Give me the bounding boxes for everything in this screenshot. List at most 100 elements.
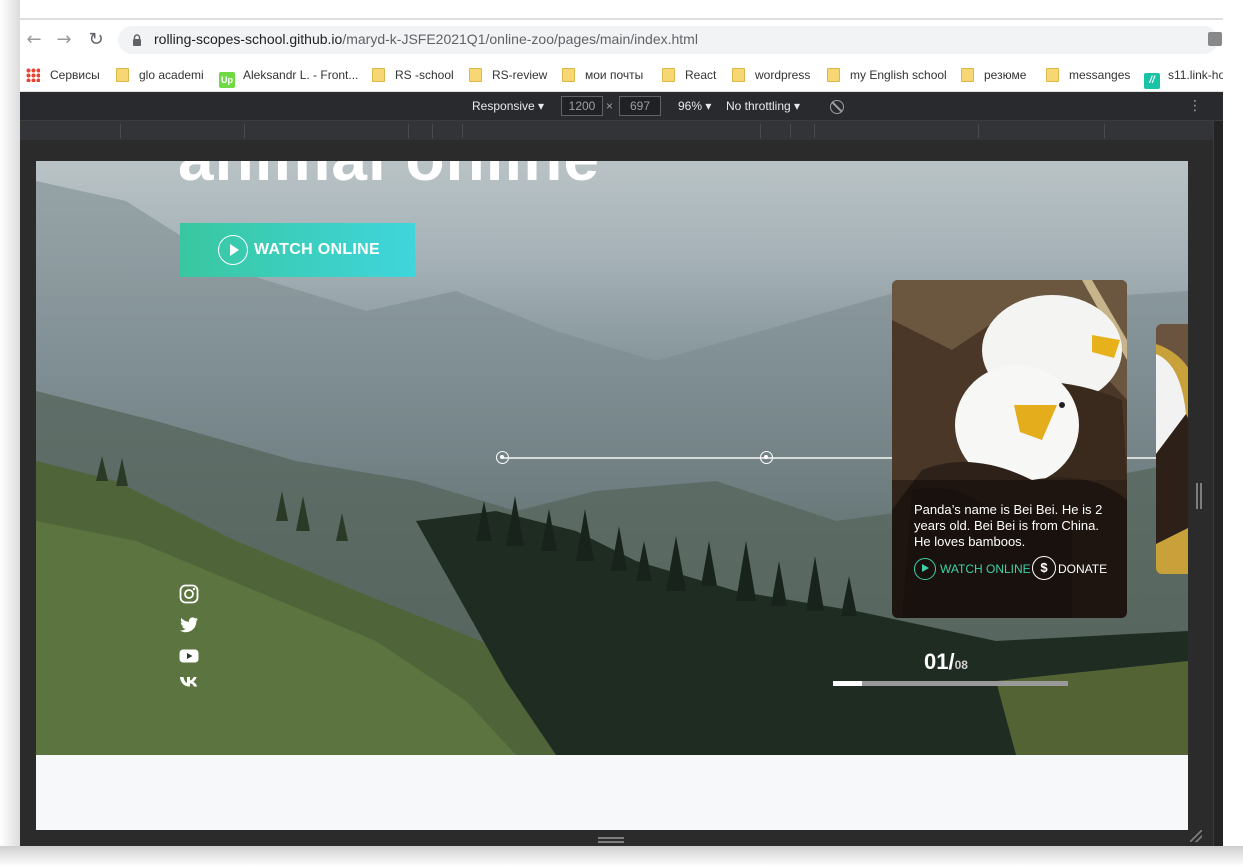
bookmark-folder[interactable]: RS-review [469,67,547,85]
card-watch-online-link[interactable]: WATCH ONLINE [940,562,1031,576]
screenshot-frame: ← → ↻ rolling-scopes-school.github.io/ma… [0,0,1243,866]
bookmark-upwork[interactable]: Up Aleksandr L. - Front... [219,67,359,88]
card-donate-link[interactable]: DONATE [1058,562,1107,576]
apps-grid-icon [26,68,40,82]
card-description: Panda’s name is Bei Bei. He is 2 years o… [914,502,1103,549]
slide-counter: 01/08 [924,649,968,675]
folder-icon [116,68,129,82]
window-shadow-left [0,0,20,866]
ruler-tick [432,124,433,138]
folder-icon [372,68,385,82]
folder-icon [562,68,575,82]
hero-title: animal online [178,161,600,195]
bookmark-services[interactable]: Сервисы [26,67,100,85]
watch-online-button[interactable]: WATCH ONLINE [180,223,415,277]
window-shadow-bottom [0,846,1243,866]
bookmark-label: messanges [1069,68,1131,82]
bookmark-label: Aleksandr L. - Front... [243,68,359,82]
ruler-tick [1104,124,1105,138]
bookmark-link[interactable]: // s11.link-ho [1144,67,1223,89]
device-label: Responsive [472,99,535,113]
more-options-icon[interactable]: ⋮ [1188,98,1202,114]
slide-progress-bar[interactable] [833,681,1068,686]
back-arrow-icon[interactable]: ← [24,30,44,50]
url-path: /maryd-k-JSFE2021Q1/online-zoo/pages/mai… [342,31,698,47]
bookmark-folder[interactable]: React [662,67,716,85]
media-query-bar [20,121,1216,140]
ruler-tick [978,124,979,138]
bookmark-label: wordpress [755,68,811,82]
bookmark-folder[interactable]: wordpress [732,67,810,85]
ruler-tick [120,124,121,138]
bookmark-label: мои почты [585,68,644,82]
zoom-label: 96% [678,99,703,113]
folder-icon [732,68,745,82]
bookmark-folder[interactable]: glo academi [116,67,204,85]
bookmark-folder[interactable]: my English school [827,67,947,85]
folder-icon [827,68,840,82]
bottom-resize-handle[interactable] [598,837,624,843]
browser-window: ← → ↻ rolling-scopes-school.github.io/ma… [20,18,1223,846]
bookmark-label: RS -school [395,68,454,82]
address-bar: ← → ↻ rolling-scopes-school.github.io/ma… [20,18,1223,58]
counter-current: 01/ [924,649,955,674]
instagram-icon[interactable] [179,584,199,604]
right-resize-handle[interactable] [1196,483,1202,509]
devtools-side-panel [1213,121,1223,846]
folder-icon [469,68,482,82]
slider-dot[interactable] [496,451,509,464]
dollar-icon[interactable]: $ [1032,556,1056,580]
watch-online-label: WATCH ONLINE [254,241,380,258]
url-host: rolling-scopes-school.github.io [154,31,343,47]
card-actions: WATCH ONLINE $ DONATE [914,556,1124,582]
width-input[interactable]: 1200 [561,96,603,116]
rotate-icon[interactable] [830,100,844,114]
dimension-separator: × [606,99,614,113]
animal-card[interactable]: Panda’s name is Bei Bei. He is 2 years o… [892,280,1127,618]
eagle-photo-partial [1156,324,1188,574]
upwork-icon: Up [219,72,235,88]
play-icon [218,235,248,265]
ruler-tick [244,124,245,138]
bookmarks-bar: Сервисы glo academi Up Aleksandr L. - Fro… [20,58,1223,92]
twitter-icon[interactable] [179,615,199,635]
bookmark-label: RS-review [492,68,548,82]
bookmark-label: glo academi [139,68,204,82]
youtube-icon[interactable] [179,646,199,666]
link-icon: // [1144,73,1160,89]
ruler-tick [790,124,791,138]
next-animal-card[interactable] [1156,324,1188,574]
omnibox[interactable]: rolling-scopes-school.github.io/maryd-k-… [118,26,1218,54]
height-input[interactable]: 697 [619,96,661,116]
ruler-tick [462,124,463,138]
folder-icon [662,68,675,82]
folder-icon [961,68,974,82]
counter-total: 08 [954,658,968,672]
corner-resize-handle[interactable] [1190,830,1202,842]
bookmark-folder[interactable]: резюме [961,67,1026,85]
bookmark-folder[interactable]: messanges [1046,67,1130,85]
reload-icon[interactable]: ↻ [86,30,106,50]
bookmark-label: my English school [850,68,947,82]
bookmark-label: s11.link-ho [1168,68,1223,82]
forward-arrow-icon[interactable]: → [54,30,74,50]
device-select[interactable]: Responsive ▾ [472,99,544,113]
translate-extension-icon[interactable] [1208,32,1222,46]
slide-progress-fill [833,681,863,686]
throttle-select[interactable]: No throttling ▾ [726,99,800,113]
device-toolbar: Responsive ▾ 1200 × 697 96% ▾ No throttl… [20,93,1223,121]
emulated-viewport: animal online WATCH ONLINE [36,161,1188,830]
folder-icon [1046,68,1059,82]
bookmark-label: Сервисы [50,68,100,82]
vk-icon[interactable] [179,672,199,692]
ruler-tick [760,124,761,138]
zoom-select[interactable]: 96% ▾ [678,99,711,113]
play-icon[interactable] [914,558,936,580]
url-text[interactable]: rolling-scopes-school.github.io/maryd-k-… [154,31,698,47]
throttle-label: No throttling [726,99,791,113]
bookmark-label: React [685,68,717,82]
lock-icon [133,34,141,46]
bookmark-folder[interactable]: мои почты [562,67,643,85]
slider-dot[interactable] [760,451,773,464]
bookmark-folder[interactable]: RS -school [372,67,454,85]
